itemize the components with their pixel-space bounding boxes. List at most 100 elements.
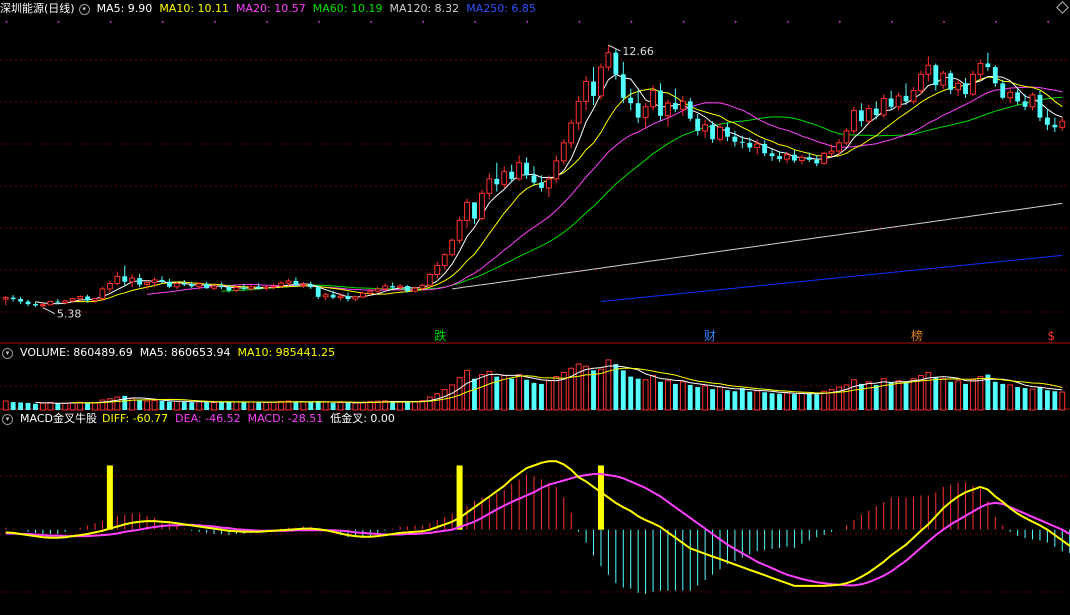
ma250-label: MA250: 6.85 bbox=[466, 2, 536, 15]
candle-body bbox=[248, 286, 255, 290]
candle-body bbox=[196, 283, 203, 287]
volume-bar bbox=[539, 383, 544, 410]
top-dot-marker bbox=[786, 21, 789, 23]
volume-bar bbox=[55, 403, 61, 410]
volume-bar bbox=[18, 402, 24, 410]
candle-body bbox=[478, 192, 485, 220]
top-dot-marker bbox=[578, 21, 581, 23]
candle-body bbox=[843, 130, 850, 144]
volume-bar bbox=[635, 378, 641, 410]
candle-body bbox=[851, 109, 857, 132]
stock-title[interactable]: 深圳能源(日线) bbox=[0, 2, 75, 15]
volume-bar bbox=[732, 391, 738, 410]
top-dot-marker bbox=[943, 21, 945, 23]
volume-bar bbox=[672, 383, 678, 410]
candle-body bbox=[69, 298, 76, 302]
candle-body bbox=[449, 239, 456, 256]
volume-bar bbox=[204, 402, 210, 410]
candle-body bbox=[114, 275, 121, 285]
volume-bar bbox=[92, 402, 98, 411]
volume-ma10-label: MA10: 985441.25 bbox=[237, 346, 336, 359]
candle-body bbox=[441, 254, 448, 266]
candle-body bbox=[828, 150, 835, 154]
candle-body bbox=[278, 282, 284, 287]
candle-body bbox=[970, 73, 976, 95]
volume-bar bbox=[880, 378, 887, 411]
chevron-down-icon[interactable]: ▾ bbox=[2, 347, 13, 359]
candle-body bbox=[524, 162, 529, 176]
ma120-line bbox=[452, 202, 1063, 290]
candle-body bbox=[315, 287, 321, 297]
candle-body bbox=[679, 100, 686, 110]
volume-bar bbox=[806, 393, 812, 410]
candle-body bbox=[181, 283, 187, 285]
candle-body bbox=[233, 286, 240, 291]
chevron-down-icon[interactable]: ▾ bbox=[2, 413, 13, 425]
top-dot-marker bbox=[109, 21, 112, 23]
volume-bar bbox=[769, 393, 775, 410]
volume-bar bbox=[687, 384, 693, 410]
kline-chart[interactable]: 12.66 5.38 跌 财 榜 $ bbox=[0, 0, 1070, 615]
volume-bar bbox=[933, 377, 939, 410]
diff-line bbox=[5, 460, 1070, 587]
candle-body bbox=[40, 304, 46, 307]
top-dot-marker bbox=[474, 21, 476, 23]
candle-body bbox=[464, 201, 470, 221]
candle-body bbox=[77, 296, 84, 300]
volume-bar bbox=[679, 381, 686, 411]
volume-bar bbox=[1059, 391, 1066, 411]
diff-label: DIFF: -60.77 bbox=[101, 412, 169, 425]
candle-body bbox=[256, 286, 262, 289]
candle-body bbox=[99, 288, 106, 300]
ma250-line bbox=[600, 254, 1063, 303]
signal-label: 财 bbox=[704, 329, 716, 343]
candle-body bbox=[792, 154, 797, 161]
candle-body bbox=[159, 279, 165, 282]
candle-body bbox=[1044, 117, 1050, 125]
volume-bar bbox=[270, 401, 277, 411]
candle-body bbox=[1015, 92, 1021, 102]
candle-body bbox=[10, 297, 16, 300]
signal-label: 榜 bbox=[911, 328, 923, 343]
chevron-down-icon[interactable]: ▾ bbox=[78, 3, 90, 15]
volume-bar bbox=[524, 379, 529, 410]
candle-body bbox=[895, 95, 902, 108]
candle-body bbox=[2, 297, 9, 300]
candle-body bbox=[903, 95, 909, 102]
candle-body bbox=[241, 287, 247, 289]
high-pointer bbox=[608, 44, 621, 52]
candle-body bbox=[1059, 120, 1066, 128]
volume-bar bbox=[568, 367, 575, 411]
ma20-label: MA20: 10.57 bbox=[236, 2, 306, 15]
candle-body bbox=[405, 286, 410, 292]
dea-label: DEA: -46.52 bbox=[175, 412, 241, 425]
volume-bar bbox=[330, 402, 336, 410]
candle-body bbox=[270, 285, 277, 288]
macd-indicator-name[interactable]: MACD金叉牛股 bbox=[20, 412, 97, 425]
volume-bar bbox=[851, 379, 857, 411]
volume-bar bbox=[553, 376, 560, 411]
candle-body bbox=[137, 278, 143, 285]
candle-body bbox=[933, 65, 939, 86]
volume-bar bbox=[472, 378, 477, 410]
candle-body bbox=[509, 171, 515, 179]
ma10-line bbox=[72, 76, 1063, 303]
volume-bar bbox=[642, 379, 649, 411]
candle-body bbox=[18, 299, 24, 302]
candle-body bbox=[687, 101, 693, 119]
candle-body bbox=[605, 52, 612, 68]
volume-bar bbox=[337, 401, 344, 411]
candle-body bbox=[367, 290, 374, 294]
candle-body bbox=[732, 136, 738, 142]
candle-body bbox=[1052, 124, 1058, 128]
volume-bar bbox=[531, 382, 537, 410]
candle-body bbox=[397, 285, 403, 288]
candle-body bbox=[985, 63, 991, 68]
candle-body bbox=[359, 292, 366, 298]
signal-label: $ bbox=[1048, 329, 1056, 343]
candle-body bbox=[166, 281, 172, 287]
volume-bar bbox=[241, 402, 247, 410]
candle-body bbox=[695, 118, 701, 131]
volume-bar bbox=[516, 374, 523, 411]
candle-body bbox=[591, 81, 596, 96]
